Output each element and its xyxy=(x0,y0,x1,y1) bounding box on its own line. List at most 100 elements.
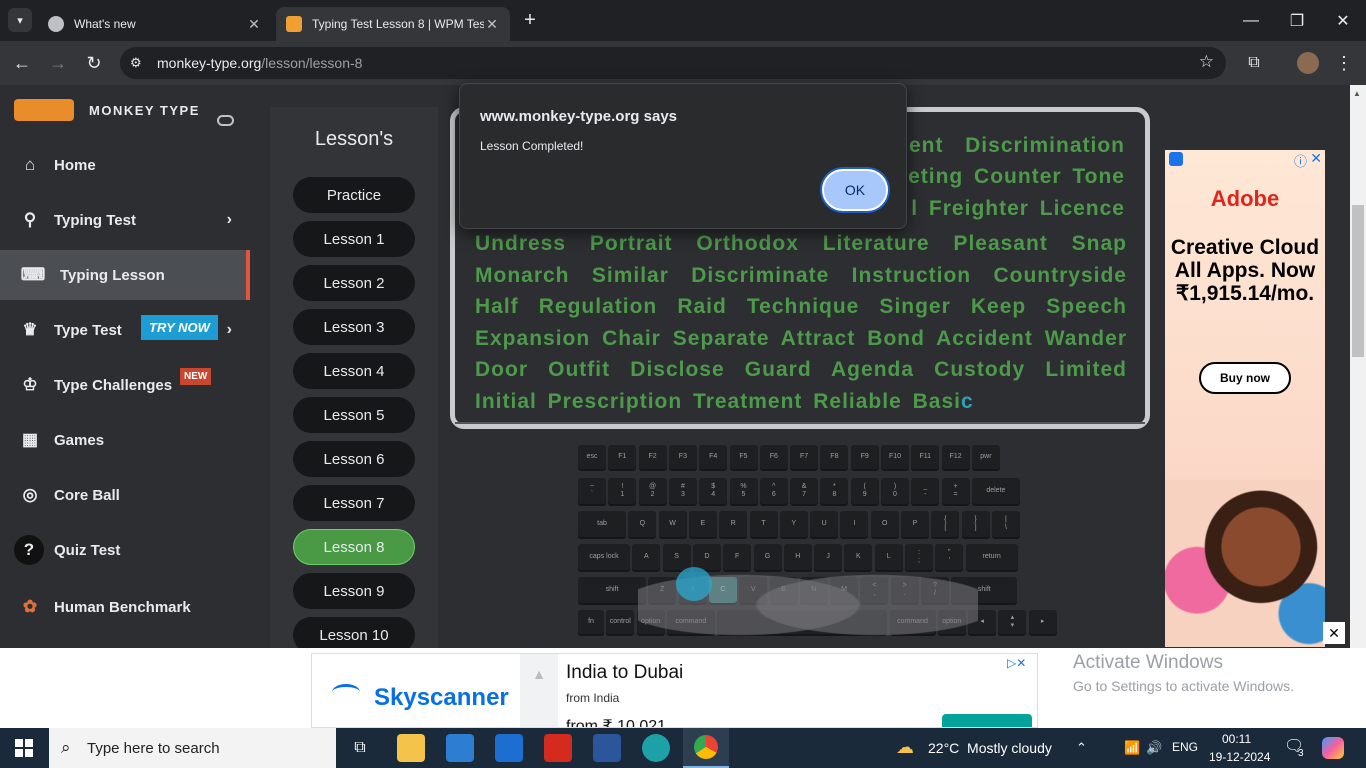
close-tab-icon[interactable]: ✕ xyxy=(246,16,262,33)
pdf-icon[interactable] xyxy=(544,734,572,762)
keyboard-key: + = xyxy=(941,478,970,504)
dialog-ok-button[interactable]: OK xyxy=(822,169,888,211)
new-tab-button[interactable]: + xyxy=(518,8,542,32)
lesson-5-button[interactable]: Lesson 5 xyxy=(293,397,415,433)
adobe-ad[interactable]: ⓘ ✕ Adobe Creative Cloud All Apps. Now ₹… xyxy=(1165,150,1325,647)
store-icon[interactable] xyxy=(446,734,474,762)
clock-time[interactable]: 00:11 xyxy=(1222,732,1251,746)
sidebar-item-core-ball[interactable]: ◎ Core Ball xyxy=(0,470,250,520)
back-button[interactable]: ← xyxy=(8,49,36,77)
keyboard-key: : ; xyxy=(905,544,933,570)
address-bar[interactable]: ⚙ monkey-type.org/lesson/lesson-8 ☆ xyxy=(120,47,1226,79)
ad-buy-now-button[interactable]: Buy now xyxy=(1199,362,1291,394)
keyboard-key: ! 1 xyxy=(608,478,637,504)
weather-text[interactable]: 22°C Mostly cloudy xyxy=(928,740,1052,756)
clock-date[interactable]: 19-12-2024 xyxy=(1209,750,1270,764)
tab-whats-new[interactable]: What's new ✕ xyxy=(38,7,272,41)
keyboard-key: esc xyxy=(578,445,606,469)
extensions-icon[interactable]: ⧉ xyxy=(1240,49,1268,77)
tab-typing-lesson[interactable]: Typing Test Lesson 8 | WPM Tes ✕ xyxy=(276,7,510,41)
menu-icon[interactable]: ⋮ xyxy=(1330,49,1358,77)
keyboard-key: L xyxy=(874,544,903,570)
activate-windows-watermark: Activate Windows Go to Settings to activ… xyxy=(1073,652,1294,694)
network-icon[interactable]: 📶 xyxy=(1124,740,1140,756)
ad-info-icon[interactable]: ⓘ xyxy=(1294,151,1307,170)
start-button[interactable] xyxy=(15,739,33,757)
keyboard-key: T xyxy=(749,511,778,537)
notification-count: 3 xyxy=(1298,748,1304,759)
keyboard-key: W xyxy=(658,511,687,537)
lesson-8-button[interactable]: Lesson 8 xyxy=(293,529,415,565)
theme-toggle[interactable] xyxy=(217,115,234,126)
ad-cta-button[interactable] xyxy=(942,714,1032,727)
keyboard-key: F2 xyxy=(638,445,667,469)
ad-close-icon[interactable]: ✕ xyxy=(1310,150,1322,167)
forward-button[interactable]: → xyxy=(44,49,72,77)
keyboard-key: > . xyxy=(890,577,919,603)
sidebar-item-games[interactable]: ▦ Games xyxy=(0,415,250,465)
keyboard-key: D xyxy=(692,544,721,570)
keyboard-key: return xyxy=(965,544,1018,570)
sidebar-item-quiz-test[interactable]: ? Quiz Test xyxy=(0,525,250,575)
keyboard-key: J xyxy=(814,544,843,570)
keyboard-key: F9 xyxy=(850,445,879,469)
keyboard-key: tab xyxy=(578,511,626,537)
site-info-icon[interactable]: ⚙ xyxy=(130,55,142,71)
keyboard-key: Y xyxy=(779,511,808,537)
keyboard-key: } ] xyxy=(961,511,990,537)
reload-button[interactable]: ↻ xyxy=(80,49,108,77)
scrollbar-thumb[interactable] xyxy=(1352,205,1364,357)
restore-button[interactable]: ❐ xyxy=(1274,0,1320,41)
sidebar-item-type-challenges[interactable]: ♔ Type Challenges NEW xyxy=(0,360,250,410)
copilot-icon[interactable] xyxy=(1322,737,1344,759)
bookmark-star-icon[interactable]: ☆ xyxy=(1199,52,1214,72)
lesson-4-button[interactable]: Lesson 4 xyxy=(293,353,415,389)
ad-price: from ₹ 10,021 xyxy=(566,718,667,728)
brand-logo[interactable] xyxy=(14,99,74,121)
skyscanner-ad[interactable]: Skyscanner ▲ India to Dubai from India f… xyxy=(311,653,1038,728)
sidebar-item-typing-test[interactable]: ⚲ Typing Test › xyxy=(0,195,250,245)
lesson-7-button[interactable]: Lesson 7 xyxy=(293,485,415,521)
lesson-6-button[interactable]: Lesson 6 xyxy=(293,441,415,477)
page-scrollbar[interactable]: ▲ ▼ xyxy=(1350,85,1366,728)
sidebar-item-human-benchmark[interactable]: ✿ Human Benchmark xyxy=(0,582,250,632)
tab-search-button[interactable]: ▾ xyxy=(8,8,32,32)
sidebar-item-typing-lesson[interactable]: ⌨ Typing Lesson xyxy=(0,250,250,300)
grid-icon: ▦ xyxy=(21,430,39,449)
keyboard-key: option xyxy=(636,610,665,634)
sidebar-item-type-test[interactable]: ♛ Type Test TRY NOW › xyxy=(0,305,250,355)
ad-choices-icon[interactable]: ▷✕ xyxy=(1007,656,1026,670)
mail-icon[interactable] xyxy=(495,734,523,762)
typing-box-underline xyxy=(455,422,1145,424)
task-view-icon[interactable]: ⧉ xyxy=(346,734,374,762)
edge-icon[interactable] xyxy=(642,734,670,762)
minimize-button[interactable]: — xyxy=(1228,0,1274,41)
keyboard-key: F11 xyxy=(911,445,940,469)
chrome-taskbar-button[interactable] xyxy=(683,728,729,768)
profile-avatar[interactable] xyxy=(1294,49,1322,77)
lesson-3-button[interactable]: Lesson 3 xyxy=(293,309,415,345)
keyboard-key: G xyxy=(753,544,782,570)
close-tab-icon[interactable]: ✕ xyxy=(484,16,500,33)
taskbar-search-input[interactable]: ⌕ Type here to search xyxy=(49,728,336,768)
tray-chevron-icon[interactable]: ⌃ xyxy=(1076,740,1087,756)
lesson-1-button[interactable]: Lesson 1 xyxy=(293,221,415,257)
scroll-up-icon[interactable]: ▲ xyxy=(1353,89,1361,98)
keyboard-key: E xyxy=(688,511,717,537)
skyscanner-logo-icon xyxy=(332,684,360,700)
close-window-button[interactable]: ✕ xyxy=(1320,0,1366,41)
lesson-2-button[interactable]: Lesson 2 xyxy=(293,265,415,301)
weather-icon[interactable]: ☁ xyxy=(896,737,914,758)
ad-dismiss-button[interactable]: ✕ xyxy=(1323,622,1345,644)
word-icon[interactable] xyxy=(593,734,621,762)
language-indicator[interactable]: ENG xyxy=(1172,740,1198,754)
ad-choices-icon[interactable] xyxy=(1169,152,1183,166)
ad-arrow-up-icon[interactable]: ▲ xyxy=(520,654,558,727)
lesson-9-button[interactable]: Lesson 9 xyxy=(293,573,415,609)
file-explorer-icon[interactable] xyxy=(397,734,425,762)
lesson-practice-button[interactable]: Practice xyxy=(293,177,415,213)
sidebar-item-home[interactable]: ⌂ Home xyxy=(0,140,250,190)
typing-line-3-fragment: l Freighter Licence xyxy=(911,197,1125,220)
volume-icon[interactable]: 🔊 xyxy=(1146,740,1162,756)
ad-brand: Adobe xyxy=(1210,186,1280,211)
